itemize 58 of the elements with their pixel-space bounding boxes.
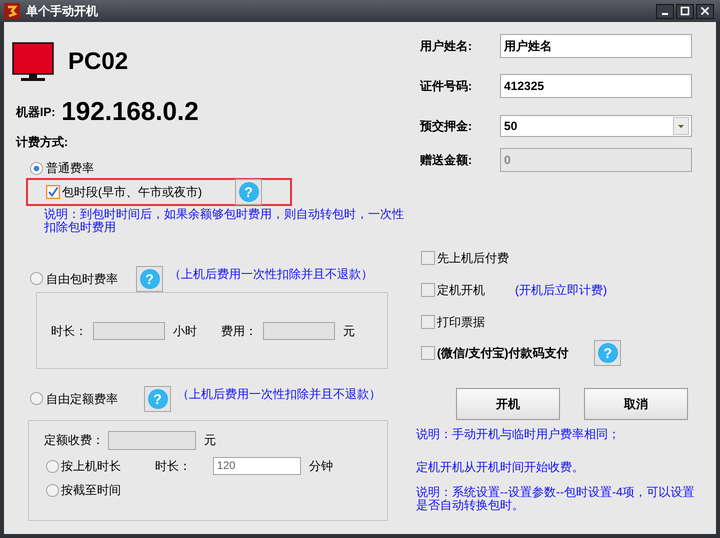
radio-button[interactable] bbox=[30, 162, 43, 174]
field-label: 证件号码: bbox=[420, 78, 473, 95]
machine-name: PC02 bbox=[68, 47, 128, 77]
radio-label: 自由定额费率 bbox=[46, 390, 118, 408]
input-field[interactable] bbox=[108, 430, 196, 450]
checkbox-label: 包时段(早市、午市或夜市) bbox=[62, 184, 202, 201]
checkbox[interactable] bbox=[421, 315, 435, 329]
field-label: 赠送金额: bbox=[420, 152, 473, 169]
ip-label: 机器IP: bbox=[16, 104, 56, 121]
maximize-icon[interactable] bbox=[676, 4, 694, 18]
field-label: 费用： bbox=[221, 322, 257, 340]
input-field[interactable]: 412325 bbox=[500, 74, 692, 98]
note-text: （上机后费用一次性扣除并且不退款） bbox=[177, 386, 381, 402]
window-title: 单个手动开机 bbox=[26, 3, 98, 20]
field-label: 用户姓名: bbox=[420, 38, 473, 55]
radio-label: 按上机时长 bbox=[61, 458, 121, 475]
note-text: 说明：手动开机与临时用户费率相同； bbox=[416, 428, 621, 441]
monitor-icon bbox=[12, 42, 54, 82]
unit-label: 分钟 bbox=[309, 458, 333, 475]
field-label: 时长： bbox=[155, 458, 191, 475]
checkbox-label: 打印票据 bbox=[437, 314, 485, 331]
checkbox[interactable] bbox=[46, 185, 60, 199]
note-text: 说明：系统设置--设置参数--包时设置-4项，可以设置是否自动转换包时。 bbox=[416, 486, 696, 512]
input-field[interactable]: 用户姓名 bbox=[500, 34, 692, 58]
dialog-button[interactable]: 开机 bbox=[456, 388, 560, 420]
note-text: 定机开机从开机时间开始收费。 bbox=[416, 461, 585, 474]
note-text: (开机后立即计费) bbox=[515, 282, 607, 299]
checkbox[interactable] bbox=[421, 251, 435, 265]
input-field[interactable] bbox=[93, 322, 165, 340]
input-field[interactable]: 120 bbox=[213, 457, 301, 475]
note-text: 说明：到包时时间后，如果余额够包时费用，则自动转包时，一次性扣除包时费用 bbox=[44, 208, 405, 234]
minimize-icon[interactable] bbox=[656, 4, 674, 18]
app-logo-icon bbox=[4, 3, 20, 19]
checkbox-label: 先上机后付费 bbox=[437, 250, 509, 267]
checkbox[interactable] bbox=[421, 283, 435, 297]
unit-label: 元 bbox=[204, 432, 216, 449]
ip-address: 192.168.0.2 bbox=[61, 98, 199, 124]
note-text: （上机后费用一次性扣除并且不退款） bbox=[169, 266, 373, 282]
unit-label: 元 bbox=[343, 322, 355, 340]
radio-button[interactable] bbox=[30, 392, 43, 405]
checkbox[interactable] bbox=[421, 346, 435, 360]
close-icon[interactable] bbox=[696, 4, 714, 18]
radio-button[interactable] bbox=[46, 460, 59, 472]
field-label: 时长： bbox=[51, 322, 87, 340]
dropdown-field[interactable]: 50 bbox=[500, 115, 692, 137]
checkbox-label: (微信/支付宝)付款码支付 bbox=[437, 345, 568, 362]
input-field[interactable] bbox=[263, 322, 335, 340]
field-label: 预交押金: bbox=[420, 118, 473, 135]
radio-label: 按截至时间 bbox=[61, 482, 121, 499]
billing-label: 计费方式: bbox=[16, 134, 68, 151]
radio-label: 自由包时费率 bbox=[46, 270, 118, 288]
unit-label: 小时 bbox=[173, 322, 197, 340]
radio-button[interactable] bbox=[30, 272, 43, 285]
field-label: 定额收费： bbox=[44, 432, 104, 449]
dialog-button[interactable]: 取消 bbox=[584, 388, 688, 420]
radio-label: 普通费率 bbox=[46, 160, 94, 177]
checkbox-label: 定机开机 bbox=[437, 282, 485, 299]
radio-button[interactable] bbox=[46, 484, 59, 496]
